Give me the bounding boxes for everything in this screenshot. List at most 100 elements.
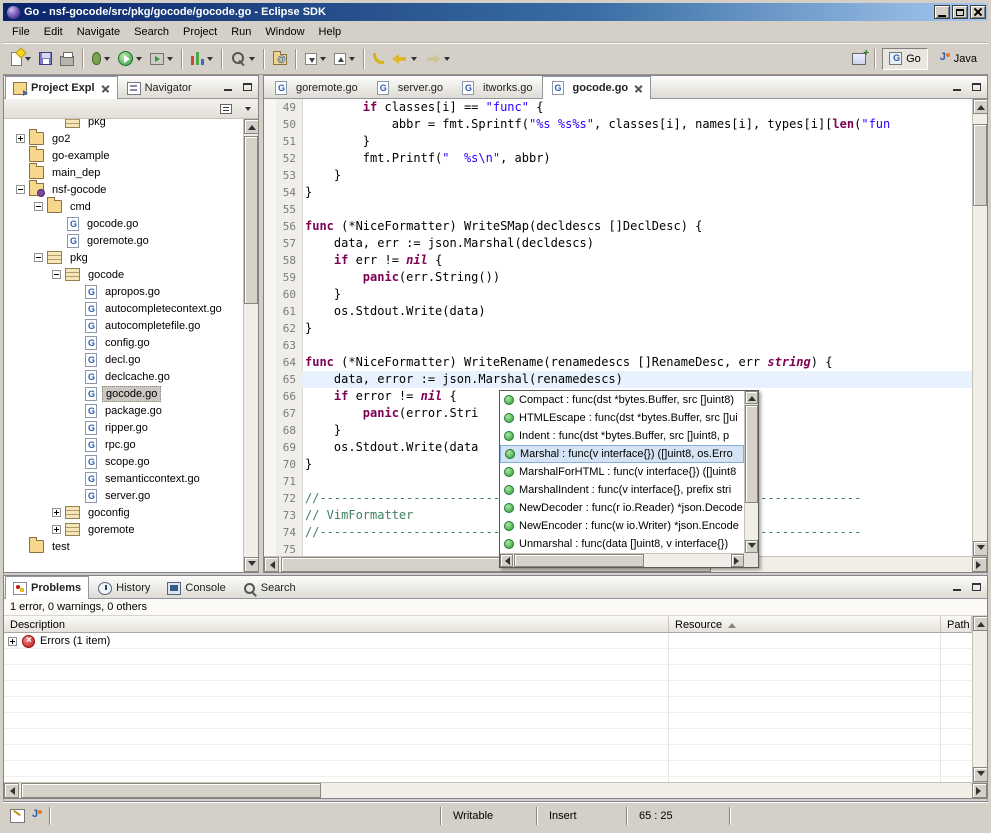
- menu-item-run[interactable]: Run: [224, 23, 258, 41]
- completion-item-newdecoder[interactable]: NewDecoder : func(r io.Reader) *json.Dec…: [500, 499, 744, 517]
- java-perspective-button[interactable]: Java: [930, 48, 984, 70]
- tree-item-autocompletecontext-go[interactable]: autocompletecontext.go: [4, 300, 243, 317]
- previous-annotation-button[interactable]: [330, 47, 359, 71]
- problems-row-errors-1-item[interactable]: Errors (1 item): [4, 633, 972, 649]
- coverage-button[interactable]: [187, 47, 217, 71]
- view-tab-search[interactable]: Search: [235, 577, 304, 598]
- completion-item-indent[interactable]: Indent : func(dst *bytes.Buffer, src []u…: [500, 427, 744, 445]
- scroll-right-button[interactable]: [731, 554, 744, 567]
- view-tab-history[interactable]: History: [90, 577, 158, 598]
- close-button[interactable]: [970, 5, 986, 19]
- tree-item-go-example[interactable]: go-example: [4, 147, 243, 164]
- completion-item-marshal[interactable]: Marshal : func(v interface{}) ([]uint8, …: [500, 445, 744, 463]
- popup-hscrollbar[interactable]: [500, 553, 744, 567]
- debug-button[interactable]: [88, 47, 114, 71]
- scroll-down-button[interactable]: [973, 767, 988, 782]
- scrollbar-thumb[interactable]: [514, 554, 644, 567]
- tree-item-gocode[interactable]: gocode: [4, 266, 243, 283]
- scroll-left-button[interactable]: [500, 554, 513, 567]
- problems-scrollbar[interactable]: [972, 616, 987, 782]
- scroll-right-button[interactable]: [972, 557, 987, 572]
- tree-item-pkg[interactable]: pkg: [4, 119, 243, 130]
- tree-item-package-go[interactable]: package.go: [4, 402, 243, 419]
- completion-item-newencoder[interactable]: NewEncoder : func(w io.Writer) *json.Enc…: [500, 517, 744, 535]
- tree-item-main-dep[interactable]: main_dep: [4, 164, 243, 181]
- view-tab-console[interactable]: Console: [159, 577, 233, 598]
- scroll-left-button[interactable]: [264, 557, 279, 572]
- completion-item-marshalforhtml[interactable]: MarshalForHTML : func(v interface{}) ([]…: [500, 463, 744, 481]
- expand-icon[interactable]: [52, 508, 61, 517]
- tree-item-scope-go[interactable]: scope.go: [4, 453, 243, 470]
- tree-item-server-go[interactable]: server.go: [4, 487, 243, 504]
- menu-item-search[interactable]: Search: [127, 23, 176, 41]
- tree-item-goconfig[interactable]: goconfig: [4, 504, 243, 521]
- minimize-button[interactable]: [934, 5, 950, 19]
- completion-item-unmarshal[interactable]: Unmarshal : func(data []uint8, v interfa…: [500, 535, 744, 553]
- editor-tab-gocode-go[interactable]: gocode.go: [542, 76, 652, 99]
- maximize-view-button[interactable]: [968, 580, 984, 594]
- external-tools-button[interactable]: [146, 47, 177, 71]
- completion-item-marshalindent[interactable]: MarshalIndent : func(v interface{}, pref…: [500, 481, 744, 499]
- tree-item-goremote[interactable]: goremote: [4, 521, 243, 538]
- scroll-left-button[interactable]: [4, 783, 19, 798]
- new-wizard-button[interactable]: [7, 47, 35, 71]
- menu-item-file[interactable]: File: [5, 23, 37, 41]
- editor-scrollbar[interactable]: [972, 99, 987, 556]
- collapse-icon[interactable]: [34, 253, 43, 262]
- minimize-view-button[interactable]: [220, 80, 236, 94]
- scrollbar-thumb[interactable]: [21, 783, 321, 798]
- collapse-icon[interactable]: [16, 185, 25, 194]
- print-button[interactable]: [56, 47, 78, 71]
- view-menu-button[interactable]: [238, 102, 254, 116]
- tree-item-goremote-go[interactable]: goremote.go: [4, 232, 243, 249]
- maximize-editor-button[interactable]: [968, 80, 984, 94]
- view-tab-problems[interactable]: Problems: [5, 576, 89, 599]
- fast-view-button[interactable]: [10, 809, 25, 823]
- tree-item-apropos-go[interactable]: apropos.go: [4, 283, 243, 300]
- scrollbar-thumb[interactable]: [745, 405, 758, 503]
- scrollbar-thumb[interactable]: [973, 124, 987, 206]
- collapse-all-button[interactable]: [218, 102, 234, 116]
- tree-item-go2[interactable]: go2: [4, 130, 243, 147]
- explorer-scrollbar[interactable]: [243, 119, 258, 572]
- tree-item-nsf-gocode[interactable]: nsf-gocode: [4, 181, 243, 198]
- maximize-view-button[interactable]: [239, 80, 255, 94]
- completion-item-htmlescape[interactable]: HTMLEscape : func(dst *bytes.Buffer, src…: [500, 409, 744, 427]
- save-button[interactable]: [35, 47, 56, 71]
- expand-icon[interactable]: [8, 637, 17, 646]
- collapse-icon[interactable]: [52, 270, 61, 279]
- column-header-path[interactable]: Path: [941, 616, 972, 633]
- tree-item-rpc-go[interactable]: rpc.go: [4, 436, 243, 453]
- search-button[interactable]: [227, 47, 259, 71]
- scroll-up-button[interactable]: [745, 391, 758, 404]
- column-header-resource[interactable]: Resource: [669, 616, 941, 633]
- back-button[interactable]: [388, 47, 421, 71]
- menu-item-navigate[interactable]: Navigate: [70, 23, 127, 41]
- problems-hscrollbar[interactable]: [4, 782, 987, 798]
- scroll-right-button[interactable]: [972, 783, 987, 798]
- tree-item-declcache-go[interactable]: declcache.go: [4, 368, 243, 385]
- scrollbar-thumb[interactable]: [244, 136, 258, 304]
- last-edit-location-button[interactable]: [369, 47, 388, 71]
- tree-item-decl-go[interactable]: decl.go: [4, 351, 243, 368]
- popup-scrollbar[interactable]: [744, 391, 758, 553]
- scroll-down-button[interactable]: [973, 541, 988, 556]
- tree-item-gocode-go[interactable]: gocode.go: [4, 215, 243, 232]
- menu-item-help[interactable]: Help: [312, 23, 349, 41]
- open-perspective-button[interactable]: [848, 47, 870, 71]
- editor-tab-server-go[interactable]: server.go: [367, 77, 451, 98]
- restore-button[interactable]: [952, 5, 968, 19]
- menu-item-window[interactable]: Window: [258, 23, 311, 41]
- collapse-icon[interactable]: [34, 202, 43, 211]
- tree-item-autocompletefile-go[interactable]: autocompletefile.go: [4, 317, 243, 334]
- close-icon[interactable]: [101, 84, 110, 93]
- view-tab-navigator[interactable]: Navigator: [119, 77, 200, 98]
- expand-icon[interactable]: [16, 134, 25, 143]
- scroll-down-button[interactable]: [745, 540, 758, 553]
- open-resource-button[interactable]: [269, 47, 291, 71]
- menu-item-project[interactable]: Project: [176, 23, 224, 41]
- view-tab-project-expl[interactable]: Project Expl: [5, 76, 118, 99]
- editor-tab-goremote-go[interactable]: goremote.go: [265, 77, 366, 98]
- column-header-description[interactable]: Description: [4, 616, 669, 633]
- completion-item-compact[interactable]: Compact : func(dst *bytes.Buffer, src []…: [500, 391, 744, 409]
